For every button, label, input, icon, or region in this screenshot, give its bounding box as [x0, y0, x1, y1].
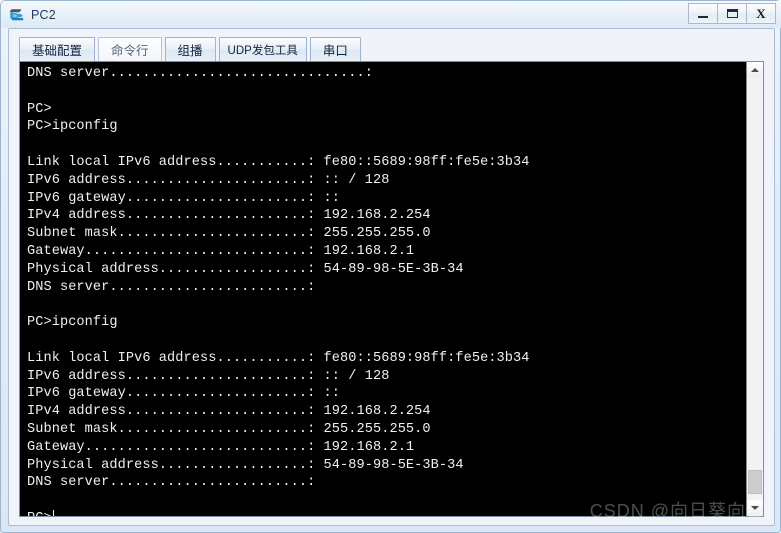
close-button[interactable]: X	[746, 3, 776, 24]
minimize-icon	[698, 16, 708, 18]
chevron-down-icon	[751, 506, 759, 510]
scrollbar-thumb[interactable]	[748, 470, 762, 494]
tab-command-line[interactable]: 命令行	[98, 37, 162, 62]
title-bar: PC2 X	[1, 1, 781, 28]
terminal-line: PC>	[27, 509, 746, 516]
terminal-line: PC>	[27, 101, 52, 117]
terminal-line: Subnet mask.......................: 255.…	[27, 226, 431, 242]
tab-multicast[interactable]: 组播	[164, 37, 216, 62]
terminal-line: IPv4 address......................: 192.…	[27, 404, 431, 420]
terminal-scrollbar[interactable]	[746, 62, 763, 516]
chevron-up-icon	[751, 68, 759, 72]
terminal-output[interactable]: DNS server..............................…	[20, 62, 746, 516]
pc-device-icon	[8, 6, 26, 24]
terminal-line: Gateway...........................: 192.…	[27, 439, 415, 455]
pc2-window: PC2 X 基础配置 命令行 组播 UDP发包工具 串口 DNS server.…	[0, 0, 781, 533]
scroll-down-button[interactable]	[747, 500, 763, 516]
tab-label: 串口	[322, 44, 348, 58]
terminal-line: DNS server..............................…	[27, 66, 373, 81]
terminal-line: Physical address..................: 54-8…	[27, 261, 464, 277]
scrollbar-track[interactable]	[747, 78, 763, 500]
tab-label: UDP发包工具	[227, 44, 298, 57]
tab-udp-tool[interactable]: UDP发包工具	[218, 37, 307, 62]
content-panel: 基础配置 命令行 组播 UDP发包工具 串口 DNS server.......…	[8, 28, 775, 526]
terminal-line: PC>ipconfig	[27, 119, 118, 135]
tab-serial-port[interactable]: 串口	[309, 37, 361, 62]
terminal-line: IPv6 address......................: :: /…	[27, 368, 390, 384]
scroll-up-button[interactable]	[747, 62, 763, 78]
tab-basic-config[interactable]: 基础配置	[19, 37, 96, 62]
terminal-line: Link local IPv6 address...........: fe80…	[27, 350, 530, 366]
window-title: PC2	[31, 7, 56, 22]
tab-label: 组播	[177, 44, 203, 58]
terminal-line: Link local IPv6 address...........: fe80…	[27, 154, 530, 170]
close-icon: X	[756, 6, 766, 21]
minimize-button[interactable]	[688, 3, 718, 24]
text-cursor	[52, 509, 54, 516]
terminal-line: IPv6 gateway......................: ::	[27, 386, 341, 402]
maximize-button[interactable]	[717, 3, 747, 24]
terminal-line: IPv6 gateway......................: ::	[27, 190, 341, 206]
terminal-line: Gateway...........................: 192.…	[27, 243, 415, 259]
terminal-line: IPv6 address......................: :: /…	[27, 172, 390, 188]
terminal-line: Physical address..................: 54-8…	[27, 457, 464, 473]
terminal-line: IPv4 address......................: 192.…	[27, 208, 431, 224]
tab-label: 命令行	[111, 44, 149, 58]
maximize-icon	[726, 9, 738, 18]
terminal-line: DNS server........................:	[27, 475, 316, 491]
window-controls: X	[688, 3, 776, 24]
terminal-line: Subnet mask.......................: 255.…	[27, 421, 431, 437]
terminal-line: DNS server........................:	[27, 279, 316, 295]
terminal-line: PC>ipconfig	[27, 315, 118, 331]
terminal-container: DNS server..............................…	[19, 61, 764, 517]
tab-strip: 基础配置 命令行 组播 UDP发包工具 串口	[19, 36, 364, 62]
tab-label: 基础配置	[32, 44, 83, 58]
